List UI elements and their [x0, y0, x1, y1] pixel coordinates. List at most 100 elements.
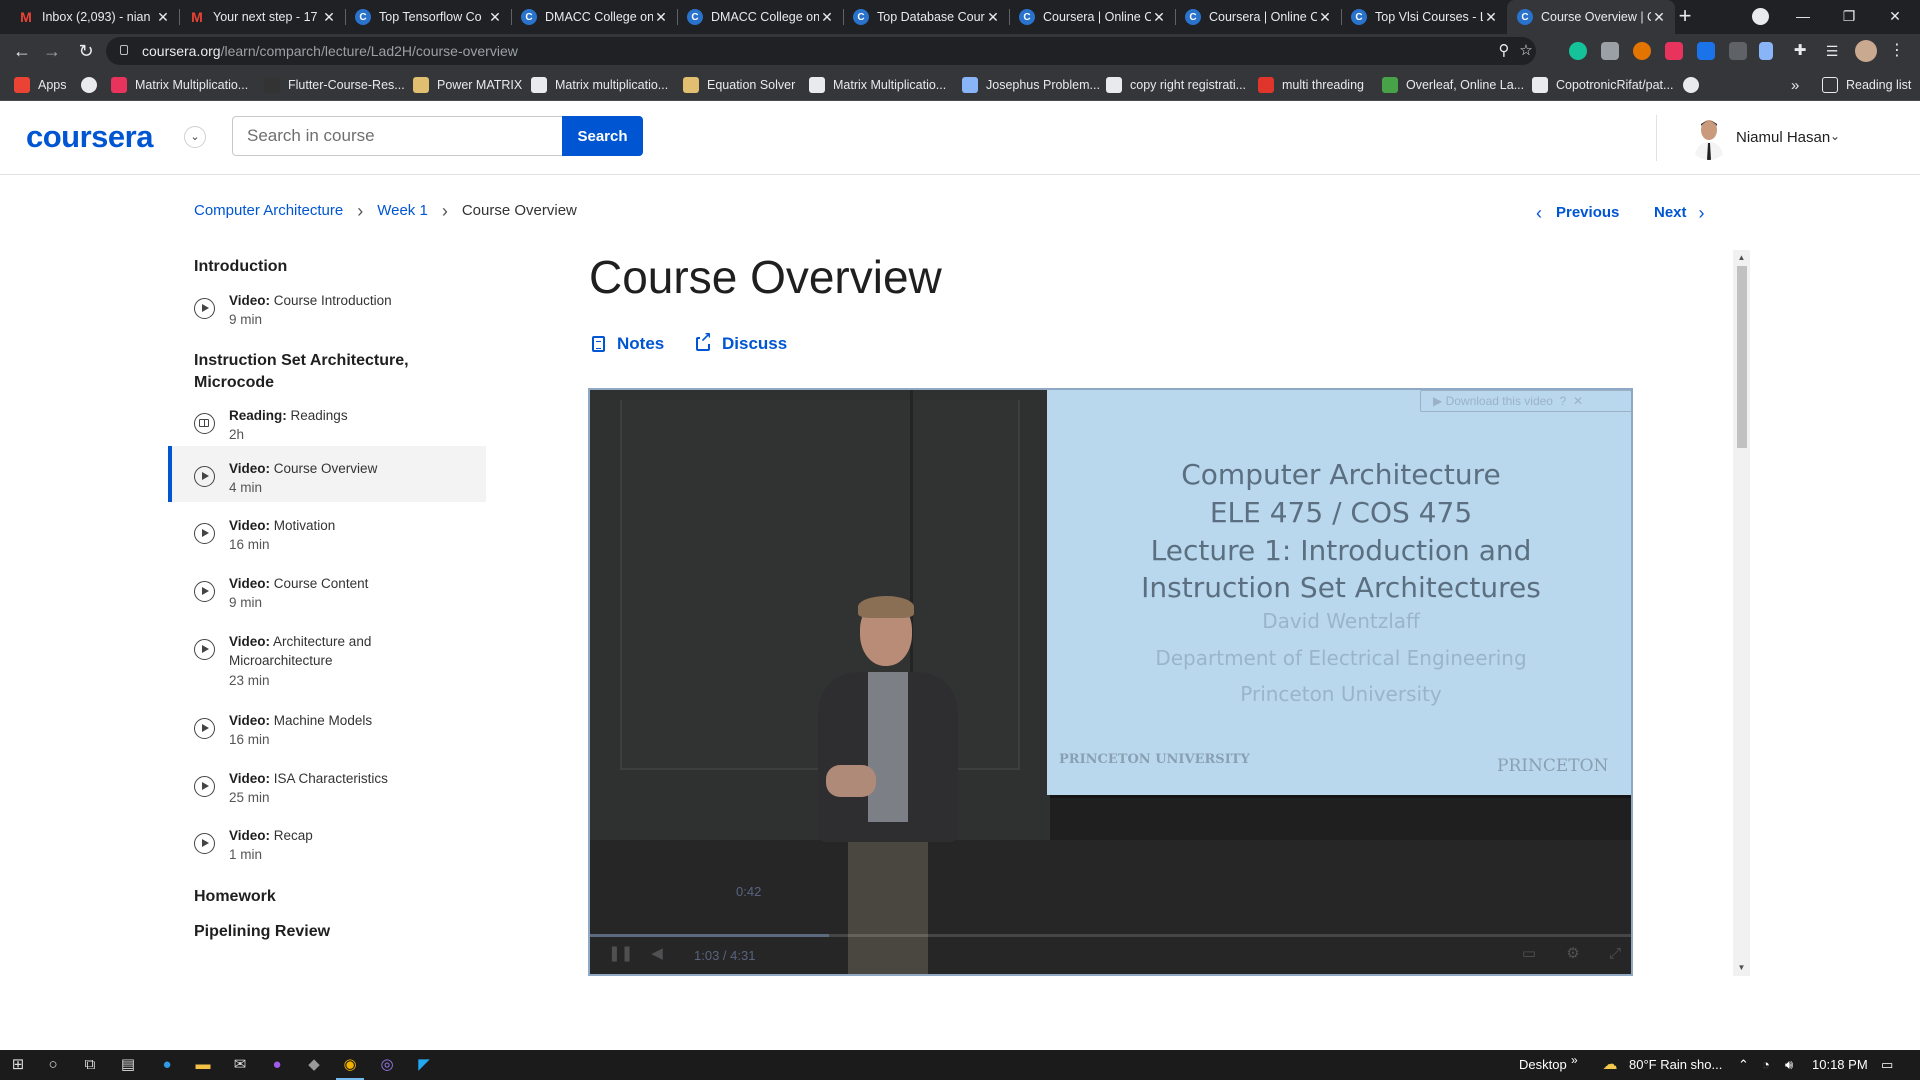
sidebar-item[interactable]: Video: Architecture and Microarchitectur…: [168, 619, 486, 694]
video-progress-bar[interactable]: [590, 934, 1631, 937]
browser-tab[interactable]: C Top Tensorflow Co ✕: [345, 0, 511, 34]
mail-icon[interactable]: ✉: [230, 1055, 250, 1075]
reading-list-button[interactable]: Reading list: [1822, 75, 1911, 95]
browser-tab-active[interactable]: C Course Overview | C ✕: [1507, 0, 1675, 34]
forward-button[interactable]: →: [38, 37, 66, 65]
browser-tab[interactable]: C Top Database Cour ✕: [843, 0, 1009, 34]
bookmark-item[interactable]: CopotronicRifat/pat...: [1532, 75, 1673, 95]
task-view-icon[interactable]: ⧉: [80, 1055, 100, 1075]
scroll-down-arrow[interactable]: ▼: [1736, 963, 1747, 973]
close-tab-icon[interactable]: ✕: [653, 9, 669, 26]
video-player[interactable]: Computer Architecture ELE 475 / COS 475 …: [588, 388, 1633, 976]
bookmark-item[interactable]: Power MATRIX: [413, 75, 522, 95]
search-icon[interactable]: ○: [43, 1055, 63, 1075]
extension-icon-badge[interactable]: [1665, 42, 1683, 60]
pen-extension-icon[interactable]: [1759, 42, 1773, 60]
sidebar-item[interactable]: Reading: Readings 2h: [168, 393, 486, 449]
reload-button[interactable]: ↻: [72, 37, 100, 65]
close-tab-icon[interactable]: ✕: [1651, 9, 1667, 26]
messenger-icon[interactable]: ●: [267, 1055, 287, 1075]
discuss-button[interactable]: Discuss: [696, 330, 787, 354]
download-extension-icon[interactable]: [1697, 42, 1715, 60]
section-title[interactable]: Pipelining Review: [194, 921, 454, 943]
previous-button[interactable]: ‹ Previous: [1536, 204, 1619, 222]
close-tab-icon[interactable]: ✕: [1317, 9, 1333, 26]
browser-tab[interactable]: M Inbox (2,093) - nian ✕: [8, 0, 179, 34]
browser-tab[interactable]: C Coursera | Online C ✕: [1009, 0, 1175, 34]
download-video-button[interactable]: ▶ Download this video ? ✕: [1420, 390, 1631, 412]
edge-icon[interactable]: ●: [157, 1055, 177, 1075]
menu-dots-icon[interactable]: ⋮: [1888, 42, 1906, 60]
bookmark-item[interactable]: Matrix multiplicatio...: [531, 75, 668, 95]
section-title[interactable]: Homework: [194, 886, 454, 908]
weather-icon[interactable]: ☁: [1600, 1055, 1620, 1075]
app-icon[interactable]: ◆: [304, 1055, 324, 1075]
settings-gear-icon[interactable]: ⚙: [1564, 946, 1582, 962]
vscode-icon[interactable]: ◤: [414, 1055, 434, 1075]
grammarly-extension-icon[interactable]: [1569, 42, 1587, 60]
bookmark-item[interactable]: Flutter-Course-Res...: [264, 75, 405, 95]
section-title[interactable]: Introduction: [194, 256, 454, 278]
tab-search-icon[interactable]: [1752, 8, 1769, 25]
file-explorer-icon[interactable]: ▬: [193, 1055, 213, 1075]
bookmark-item[interactable]: copy right registrati...: [1106, 75, 1246, 95]
bookmark-item[interactable]: Josephus Problem...: [962, 75, 1100, 95]
sidebar-item-active[interactable]: Video: Course Overview 4 min: [168, 446, 486, 502]
avatar[interactable]: [1688, 116, 1730, 160]
browser-tab[interactable]: C Coursera | Online C ✕: [1175, 0, 1341, 34]
close-window-button[interactable]: ✕: [1872, 0, 1918, 34]
bookmark-item[interactable]: Equation Solver: [683, 75, 795, 95]
back-button[interactable]: ←: [8, 37, 36, 65]
pause-icon[interactable]: ❚❚: [608, 946, 633, 962]
chevron-icon[interactable]: »: [1571, 1053, 1578, 1067]
bookmark-item[interactable]: [1683, 75, 1707, 95]
scrollbar-thumb[interactable]: [1737, 266, 1747, 448]
new-tab-button[interactable]: +: [1672, 4, 1698, 30]
breadcrumb-week-link[interactable]: Week 1: [377, 202, 428, 219]
close-tab-icon[interactable]: ✕: [155, 9, 171, 26]
apps-bookmark[interactable]: Apps: [14, 75, 67, 95]
bookmark-item[interactable]: multi threading: [1258, 75, 1364, 95]
extensions-puzzle-icon[interactable]: ✚: [1791, 42, 1809, 60]
browser-tab[interactable]: C Top Vlsi Courses - L ✕: [1341, 0, 1507, 34]
weather-text[interactable]: 80°F Rain sho...: [1629, 1057, 1722, 1072]
volume-icon[interactable]: ◀: [648, 946, 666, 962]
desktop-toolbar-label[interactable]: Desktop: [1519, 1057, 1567, 1072]
coursera-logo[interactable]: coursera: [26, 119, 153, 155]
close-tab-icon[interactable]: ✕: [321, 9, 337, 26]
close-tab-icon[interactable]: ✕: [1483, 9, 1499, 26]
notes-button[interactable]: Notes: [592, 334, 664, 354]
section-title[interactable]: Instruction Set Architecture, Microcode: [194, 350, 454, 394]
chrome-icon[interactable]: ◉: [340, 1055, 360, 1075]
close-tab-icon[interactable]: ✕: [985, 9, 1001, 26]
close-tab-icon[interactable]: ✕: [487, 9, 503, 26]
subtitles-icon[interactable]: ▭: [1520, 946, 1538, 962]
volume-icon[interactable]: 🔊︎: [1785, 1057, 1793, 1073]
clock[interactable]: 10:18 PM: [1812, 1057, 1868, 1072]
app-icon[interactable]: ◎: [377, 1055, 397, 1075]
sidebar-item[interactable]: Video: Recap 1 min: [168, 813, 486, 869]
extension-icon[interactable]: [1729, 42, 1747, 60]
browser-tab[interactable]: C DMACC College on ✕: [677, 0, 843, 34]
bookmark-item[interactable]: [81, 75, 105, 95]
network-icon[interactable]: ◔: [1762, 1057, 1770, 1072]
user-name[interactable]: Niamul Hasan: [1736, 129, 1830, 146]
sidebar-item[interactable]: Video: Course Content 9 min: [168, 561, 486, 617]
zoom-icon[interactable]: ⚲: [1494, 41, 1514, 61]
bookmark-star-icon[interactable]: ☆: [1516, 41, 1536, 61]
chevron-down-icon[interactable]: ⌄: [1830, 129, 1840, 143]
breadcrumb-course-link[interactable]: Computer Architecture: [194, 202, 343, 219]
calculator-icon[interactable]: ▤: [118, 1055, 138, 1075]
windows-start-icon[interactable]: ⊞: [8, 1055, 28, 1075]
browser-tab[interactable]: M Your next step - 17 ✕: [179, 0, 345, 34]
sidebar-item[interactable]: Video: Machine Models 16 min: [168, 698, 486, 754]
media-control-icon[interactable]: ☰: [1823, 42, 1841, 60]
chevron-down-icon[interactable]: ⌄: [184, 126, 206, 148]
sidebar-item[interactable]: Video: Motivation 16 min: [168, 503, 486, 559]
sidebar-item[interactable]: Video: ISA Characteristics 25 min: [168, 756, 486, 812]
close-tab-icon[interactable]: ✕: [819, 9, 835, 26]
address-bar[interactable]: coursera.org/learn/comparch/lecture/Lad2…: [106, 37, 1536, 65]
extension-icon[interactable]: [1633, 42, 1651, 60]
next-button[interactable]: Next ›: [1654, 204, 1705, 222]
restore-button[interactable]: ❐: [1826, 0, 1872, 34]
